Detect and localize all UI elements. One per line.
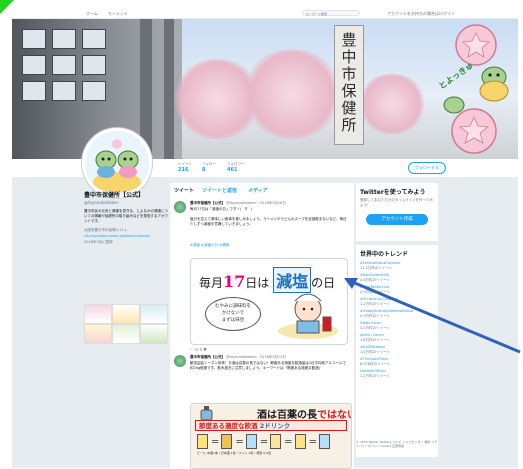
- annotation-arrow: [344, 278, 521, 354]
- corner-marker: [0, 0, 14, 14]
- screenshot-frame: ホーム モーメント キーワード検索 アカウントをお持ちの場合はログイン 豊中市保…: [0, 0, 523, 469]
